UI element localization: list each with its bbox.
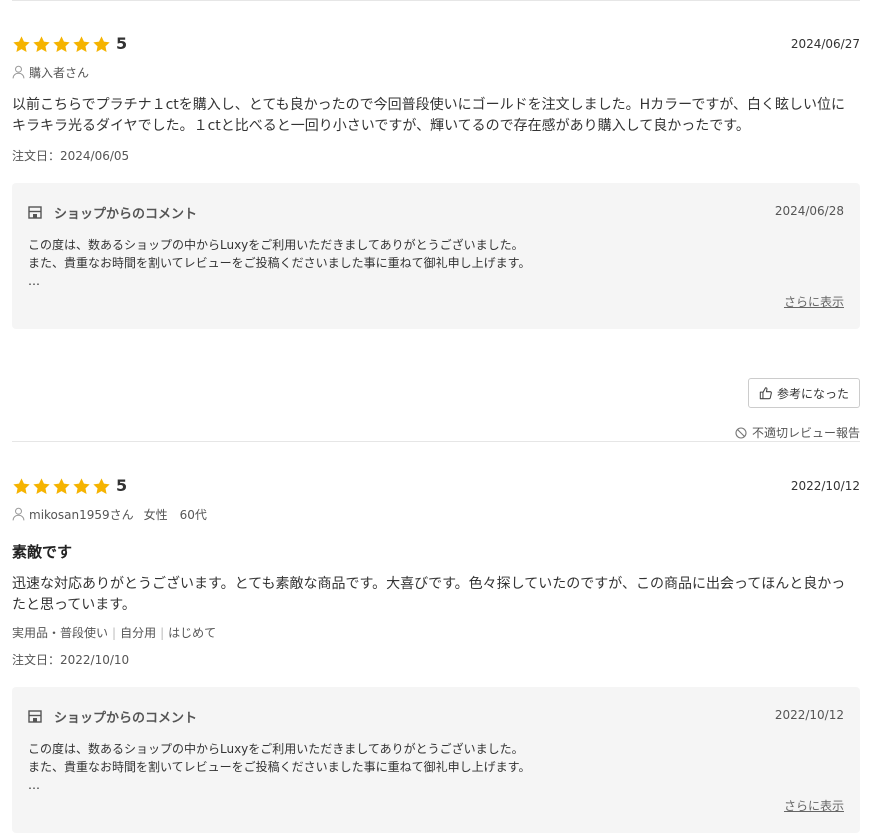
star-icon <box>13 36 30 52</box>
shop-comment-line: この度は、数あるショップの中からLuxyをご利用いただきましてありがとうございま… <box>28 742 524 756</box>
rating-value: 5 <box>116 476 128 495</box>
star-icon <box>93 36 110 52</box>
review-tag: はじめて <box>168 626 217 640</box>
review-body-line: たと思っています。 <box>12 597 136 613</box>
order-date: 注文日：2024/06/05 <box>12 149 130 163</box>
helpful-button[interactable]: 参考になった <box>748 378 860 408</box>
shop-comment-header: ショップからのコメント <box>28 203 197 222</box>
review-item: 5 2022/10/12 mikosan1959さん 女性 60代 素敵です 迅… <box>12 475 860 833</box>
star-rating <box>12 35 111 54</box>
review-date: 2022/10/12 <box>790 479 860 493</box>
review-body-line: キラキラ光るダイヤでした。１ctと比べると一回り小さいですが、輝いてるので存在感… <box>12 118 750 134</box>
star-icon <box>13 478 30 494</box>
review-title: 素敵です <box>12 543 73 561</box>
star-rating <box>12 477 111 496</box>
rating-row: 5 2022/10/12 <box>12 475 860 499</box>
star-icon <box>53 36 70 52</box>
shop-comment-text: この度は、数あるショップの中からLuxyをご利用いただきましてありがとうございま… <box>28 236 530 290</box>
shop-comment-heading: ショップからのコメント <box>54 711 198 726</box>
reviewer-name: mikosan1959さん <box>29 507 134 522</box>
star-icon <box>93 478 110 494</box>
review-tag: 自分用 <box>120 626 157 640</box>
star-icon <box>33 36 50 52</box>
shop-comment-box: ショップからのコメント 2024/06/28 この度は、数あるショップの中からL… <box>12 183 860 329</box>
star-icon <box>33 478 50 494</box>
star-icon <box>73 36 90 52</box>
review-tags: 実用品・普段使い | 自分用 | はじめて <box>12 624 860 641</box>
show-more-link[interactable]: さらに表示 <box>784 293 844 310</box>
report-label: 不適切レビュー報告 <box>751 426 860 440</box>
user-icon <box>12 65 25 79</box>
review-body: 以前こちらでプラチナ１ctを購入し、とても良かったので今回普段使いにゴールドを注… <box>12 95 860 137</box>
reviewer-info: 購入者さん <box>12 63 860 81</box>
helpful-label: 参考になった <box>776 386 849 401</box>
shop-comment-line: … <box>28 778 40 792</box>
review-body-line: 以前こちらでプラチナ１ctを購入し、とても良かったので今回普段使いにゴールドを注… <box>12 97 846 113</box>
review-divider <box>12 441 860 442</box>
rating-row: 5 2024/06/27 <box>12 33 860 57</box>
star-icon <box>53 478 70 494</box>
review-list: 5 2024/06/27 購入者さん 以前こちらでプラチナ１ctを購入し、とても… <box>0 0 884 840</box>
user-icon <box>12 507 25 521</box>
star-icon <box>73 478 90 494</box>
shop-comment-date: 2022/10/12 <box>774 708 844 722</box>
shop-comment-line: この度は、数あるショップの中からLuxyをご利用いただきましてありがとうございま… <box>28 238 524 252</box>
shop-comment-heading: ショップからのコメント <box>54 207 198 222</box>
review-body-line: 迅速な対応ありがとうございます。とても素敵な商品です。大喜びです。色々探していた… <box>12 576 846 592</box>
report-link[interactable]: 不適切レビュー報告 <box>735 424 860 441</box>
reviewer-info: mikosan1959さん 女性 60代 <box>12 505 860 523</box>
review-date: 2024/06/27 <box>790 37 860 51</box>
reviewer-meta: 女性 60代 <box>143 507 207 522</box>
review-item: 5 2024/06/27 購入者さん 以前こちらでプラチナ１ctを購入し、とても… <box>12 33 860 440</box>
reviewer-name: 購入者さん <box>29 65 90 80</box>
shop-icon <box>28 206 42 219</box>
shop-comment-box: ショップからのコメント 2022/10/12 この度は、数あるショップの中からL… <box>12 687 860 833</box>
tag-separator: | <box>112 626 117 640</box>
shop-comment-line: また、貴重なお時間を割いてレビューをご投稿くださいました事に重ねて御礼申し上げま… <box>28 256 531 270</box>
shop-comment-header: ショップからのコメント <box>28 707 197 726</box>
order-date: 注文日：2022/10/10 <box>12 653 130 667</box>
review-body: 迅速な対応ありがとうございます。とても素敵な商品です。大喜びです。色々探していた… <box>12 574 860 616</box>
review-tag: 実用品・普段使い <box>12 626 109 640</box>
prohibited-icon <box>735 426 747 439</box>
show-more-link[interactable]: さらに表示 <box>784 797 844 814</box>
rating-value: 5 <box>116 34 128 53</box>
top-divider <box>12 0 860 1</box>
shop-comment-date: 2024/06/28 <box>774 204 844 218</box>
shop-comment-line: また、貴重なお時間を割いてレビューをご投稿くださいました事に重ねて御礼申し上げま… <box>28 760 531 774</box>
tag-separator: | <box>160 626 165 640</box>
shop-comment-text: この度は、数あるショップの中からLuxyをご利用いただきましてありがとうございま… <box>28 740 530 794</box>
shop-comment-line: … <box>28 274 40 288</box>
thumbs-up-icon <box>759 387 772 400</box>
shop-icon <box>28 710 42 723</box>
